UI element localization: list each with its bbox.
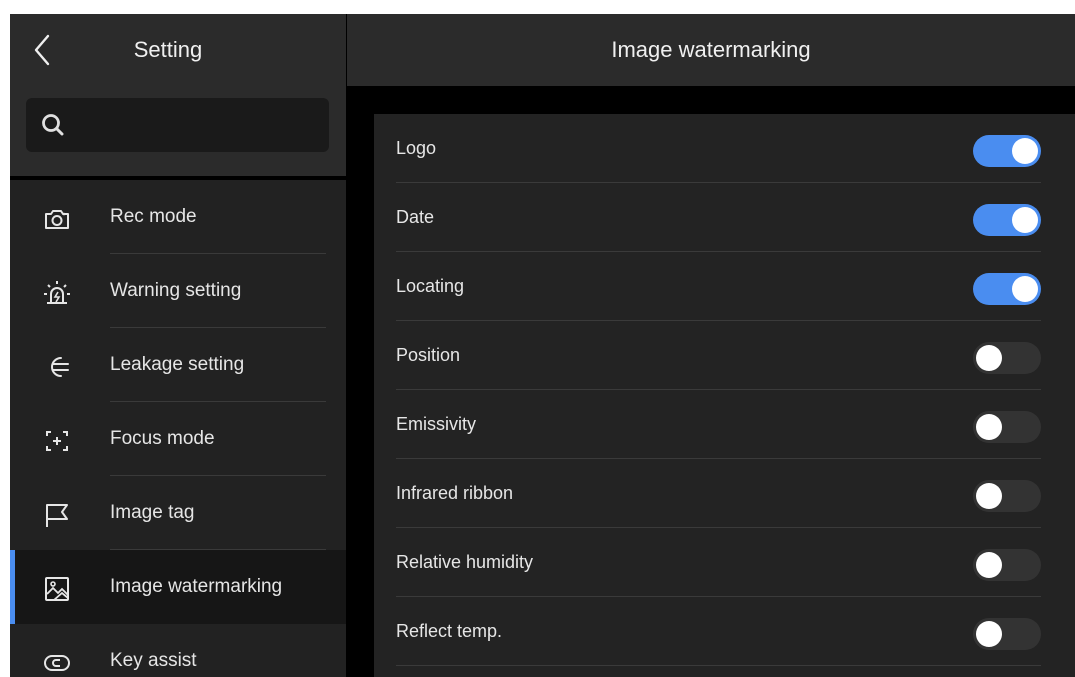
image-icon <box>45 577 69 601</box>
sidebar-item-label: Key assist <box>110 650 197 671</box>
sidebar-menu: Rec mode Warning setting Leakage setting… <box>10 180 346 677</box>
toggle-knob <box>1012 207 1038 233</box>
option-label: Position <box>396 345 461 365</box>
search-icon <box>42 114 64 136</box>
sidebar-item-leakage-setting[interactable]: Leakage setting <box>10 328 346 402</box>
option-label: Reflect temp. <box>396 621 503 641</box>
camera-icon <box>45 210 69 229</box>
key-icon <box>44 655 70 671</box>
option-row-logo: Logo <box>374 114 1075 183</box>
active-indicator <box>10 550 15 624</box>
reflect-temp-toggle[interactable] <box>973 618 1041 650</box>
toggle-knob <box>976 414 1002 440</box>
sidebar-item-label: Rec mode <box>110 206 197 227</box>
sidebar-item-image-watermarking[interactable]: Image watermarking <box>10 550 346 624</box>
option-label: Emissivity <box>396 414 476 434</box>
sidebar-item-focus-mode[interactable]: Focus mode <box>10 402 346 476</box>
option-label: Logo <box>396 138 437 158</box>
position-toggle[interactable] <box>973 342 1041 374</box>
locating-toggle[interactable] <box>973 273 1041 305</box>
option-row-locating: Locating <box>374 252 1075 321</box>
chevron-left-icon <box>34 34 50 66</box>
leakage-icon <box>51 357 69 377</box>
toggle-knob <box>1012 138 1038 164</box>
flag-icon <box>46 504 68 527</box>
date-toggle[interactable] <box>973 204 1041 236</box>
divider <box>396 665 1041 666</box>
option-label: Date <box>396 207 435 227</box>
option-label: Locating <box>396 276 465 296</box>
sidebar-item-label: Warning setting <box>110 280 242 301</box>
option-row-reflect-temp: Reflect temp. <box>374 597 1075 666</box>
option-label: Infrared ribbon <box>396 483 514 503</box>
option-row-relative-humidity: Relative humidity <box>374 528 1075 597</box>
settings-window: Setting Rec mode Warning setting Leakage… <box>10 14 1075 677</box>
sidebar-item-key-assist[interactable]: Key assist <box>10 624 346 677</box>
sidebar-item-warning-setting[interactable]: Warning setting <box>10 254 346 328</box>
sidebar-item-label: Image tag <box>110 502 195 523</box>
search-input[interactable] <box>74 98 314 152</box>
toggle-knob <box>1012 276 1038 302</box>
back-button[interactable] <box>24 30 64 70</box>
sidebar: Setting Rec mode Warning setting Leakage… <box>10 14 346 677</box>
alarm-icon <box>44 281 70 304</box>
toggle-knob <box>976 552 1002 578</box>
sidebar-item-label: Leakage setting <box>110 354 245 375</box>
emissivity-toggle[interactable] <box>973 411 1041 443</box>
watermark-options-panel: Logo Date Locating Position Emissivity I… <box>374 114 1075 677</box>
sidebar-header: Setting <box>10 14 346 86</box>
logo-toggle[interactable] <box>973 135 1041 167</box>
toggle-knob <box>976 345 1002 371</box>
sidebar-item-rec-mode[interactable]: Rec mode <box>10 180 346 254</box>
infrared-ribbon-toggle[interactable] <box>973 480 1041 512</box>
option-row-position: Position <box>374 321 1075 390</box>
page-title: Image watermarking <box>611 37 811 62</box>
option-label: Relative humidity <box>396 552 534 572</box>
sidebar-item-image-tag[interactable]: Image tag <box>10 476 346 550</box>
main-header: Image watermarking <box>347 14 1075 86</box>
relative-humidity-toggle[interactable] <box>973 549 1041 581</box>
toggle-knob <box>976 483 1002 509</box>
search-area <box>10 86 346 176</box>
sidebar-item-label: Focus mode <box>110 428 215 449</box>
option-row-emissivity: Emissivity <box>374 390 1075 459</box>
option-row-date: Date <box>374 183 1075 252</box>
toggle-knob <box>976 621 1002 647</box>
focus-icon <box>46 431 68 451</box>
search-box[interactable] <box>26 98 329 152</box>
sidebar-item-label: Image watermarking <box>110 576 283 597</box>
option-row-infrared-ribbon: Infrared ribbon <box>374 459 1075 528</box>
